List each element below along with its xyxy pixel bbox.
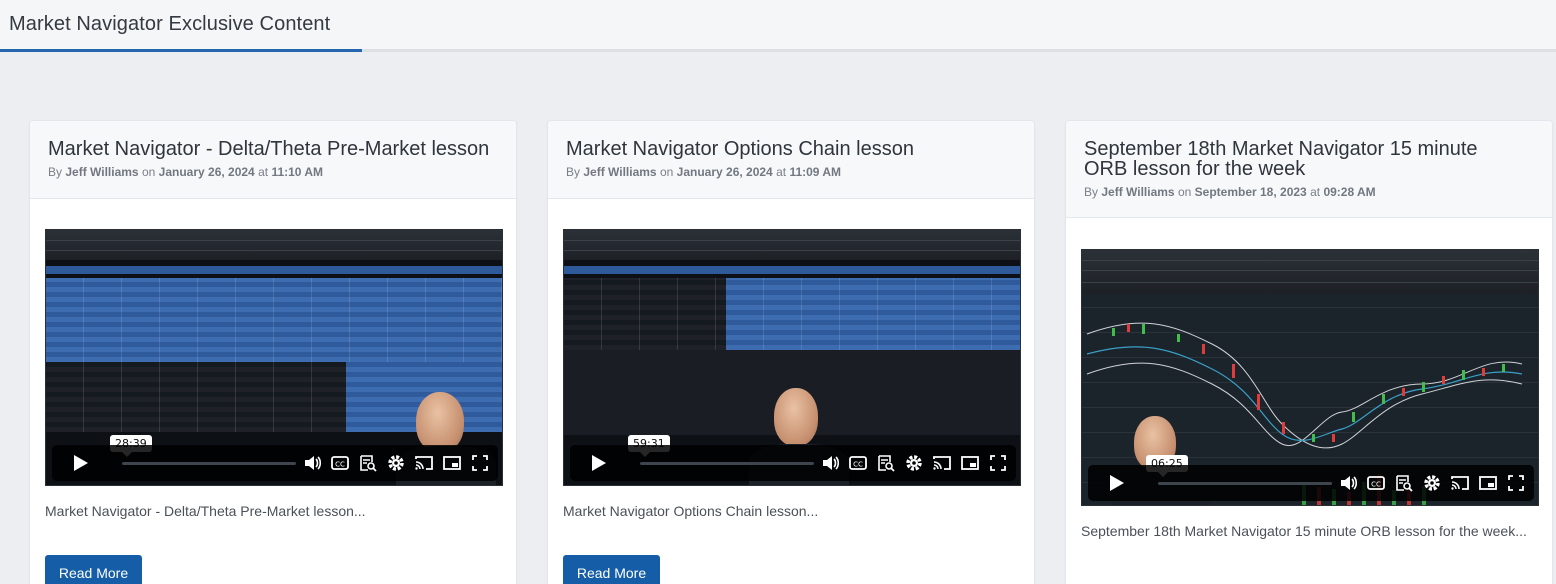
video-frame-tabs: [46, 266, 502, 274]
post-date: January 26, 2024: [158, 165, 255, 179]
progress-bar[interactable]: [640, 462, 814, 465]
video-frame-toolbar: [564, 230, 1020, 260]
cast-icon[interactable]: [414, 453, 434, 473]
video-player[interactable]: 28:39 CC: [45, 229, 503, 486]
picture-in-picture-icon[interactable]: [960, 453, 980, 473]
post-title[interactable]: September 18th Market Navigator 15 minut…: [1084, 139, 1524, 179]
post-date: January 26, 2024: [676, 165, 773, 179]
video-frame-toolbar: [46, 230, 502, 260]
read-more-button[interactable]: Read More: [45, 555, 142, 584]
play-icon[interactable]: [592, 455, 606, 471]
fullscreen-icon[interactable]: [470, 453, 490, 473]
meta-by: By: [1084, 185, 1099, 199]
card-header: Market Navigator Options Chain lesson By…: [548, 121, 1034, 199]
meta-by: By: [48, 165, 63, 179]
closed-captions-icon[interactable]: CC: [1366, 473, 1386, 493]
volume-icon[interactable]: [1338, 473, 1358, 493]
fullscreen-icon[interactable]: [1506, 473, 1526, 493]
video-frame-toolbar: [1082, 250, 1538, 294]
video-player[interactable]: 59:31 CC: [563, 229, 1021, 486]
video-frame-tabs: [564, 266, 1020, 274]
play-icon[interactable]: [1110, 475, 1124, 491]
video-controls: CC: [52, 445, 498, 481]
post-meta: By Jeff Williams on January 26, 2024 at …: [566, 165, 841, 179]
post-author: Jeff Williams: [583, 165, 657, 179]
play-icon[interactable]: [74, 455, 88, 471]
meta-on: on: [1177, 185, 1192, 199]
gear-icon[interactable]: [904, 453, 924, 473]
gear-icon[interactable]: [386, 453, 406, 473]
transcript-search-icon[interactable]: [358, 453, 378, 473]
post-card-delta-theta: Market Navigator - Delta/Theta Pre-Marke…: [29, 120, 517, 584]
gear-icon[interactable]: [1422, 473, 1442, 493]
transcript-search-icon[interactable]: [876, 453, 896, 473]
page-title: Market Navigator Exclusive Content: [9, 13, 331, 35]
meta-on: on: [659, 165, 674, 179]
meta-by: By: [566, 165, 581, 179]
page-header: Market Navigator Exclusive Content: [0, 0, 1556, 52]
volume-icon[interactable]: [820, 453, 840, 473]
video-controls: CC: [570, 445, 1016, 481]
video-controls: CC: [1088, 465, 1534, 501]
closed-captions-icon[interactable]: CC: [330, 453, 350, 473]
video-frame-table-highlight: [726, 278, 1020, 350]
meta-at: at: [776, 165, 787, 179]
card-header: Market Navigator - Delta/Theta Pre-Marke…: [30, 121, 516, 199]
meta-at: at: [258, 165, 269, 179]
picture-in-picture-icon[interactable]: [442, 453, 462, 473]
post-excerpt: Market Navigator Options Chain lesson...: [563, 503, 819, 519]
post-title[interactable]: Market Navigator - Delta/Theta Pre-Marke…: [48, 139, 498, 159]
post-time: 09:28 AM: [1323, 185, 1376, 199]
progress-bar[interactable]: [122, 462, 296, 465]
cast-icon[interactable]: [932, 453, 952, 473]
post-author: Jeff Williams: [65, 165, 139, 179]
post-meta: By Jeff Williams on January 26, 2024 at …: [48, 165, 323, 179]
video-player[interactable]: 06:25 CC: [1081, 249, 1539, 506]
closed-captions-icon[interactable]: CC: [848, 453, 868, 473]
active-tab-underline: [0, 49, 362, 52]
post-excerpt: Market Navigator - Delta/Theta Pre-Marke…: [45, 503, 366, 519]
post-title[interactable]: Market Navigator Options Chain lesson: [566, 139, 1016, 159]
svg-text:CC: CC: [1371, 481, 1381, 489]
post-excerpt: September 18th Market Navigator 15 minut…: [1081, 523, 1527, 539]
card-header: September 18th Market Navigator 15 minut…: [1066, 121, 1552, 218]
meta-on: on: [141, 165, 156, 179]
meta-at: at: [1310, 185, 1321, 199]
post-meta: By Jeff Williams on September 18, 2023 a…: [1084, 185, 1376, 199]
svg-text:CC: CC: [853, 461, 863, 469]
post-time: 11:09 AM: [789, 165, 842, 179]
post-author: Jeff Williams: [1101, 185, 1175, 199]
post-card-orb-lesson: September 18th Market Navigator 15 minut…: [1065, 120, 1553, 584]
transcript-search-icon[interactable]: [1394, 473, 1414, 493]
cast-icon[interactable]: [1450, 473, 1470, 493]
fullscreen-icon[interactable]: [988, 453, 1008, 473]
progress-bar[interactable]: [1158, 482, 1332, 485]
video-frame-table: [46, 278, 502, 362]
post-date: September 18, 2023: [1194, 185, 1307, 199]
read-more-button[interactable]: Read More: [563, 555, 660, 584]
post-card-options-chain: Market Navigator Options Chain lesson By…: [547, 120, 1035, 584]
volume-icon[interactable]: [302, 453, 322, 473]
picture-in-picture-icon[interactable]: [1478, 473, 1498, 493]
svg-text:CC: CC: [335, 461, 345, 469]
post-time: 11:10 AM: [271, 165, 324, 179]
